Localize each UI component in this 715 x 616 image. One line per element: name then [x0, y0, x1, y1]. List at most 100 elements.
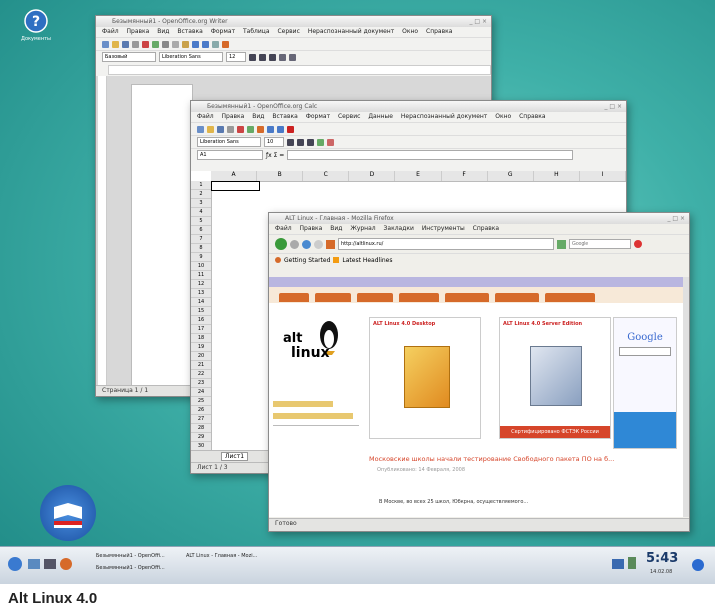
- font-select[interactable]: Liberation Sans: [197, 137, 261, 147]
- bookmark-item[interactable]: Getting Started: [284, 257, 330, 264]
- menu-item[interactable]: Файл: [102, 28, 119, 35]
- column-header[interactable]: F: [442, 171, 488, 181]
- news-headline[interactable]: Московские школы начали тестирование Сво…: [369, 455, 679, 463]
- nav-tab[interactable]: [399, 293, 439, 302]
- menu-item[interactable]: Вставка: [272, 113, 297, 120]
- menu-item[interactable]: Сервис: [338, 113, 360, 120]
- bookmark-item[interactable]: Latest Headlines: [342, 257, 392, 264]
- save-icon[interactable]: [217, 125, 224, 133]
- writer-page[interactable]: [131, 84, 193, 386]
- row-header[interactable]: 2: [191, 190, 211, 199]
- column-header[interactable]: C: [303, 171, 350, 181]
- row-header[interactable]: 3: [191, 199, 211, 208]
- cut-icon[interactable]: [162, 40, 169, 48]
- bold-icon[interactable]: [249, 53, 256, 61]
- sidebar-link[interactable]: [273, 413, 353, 419]
- search-input[interactable]: [569, 239, 631, 249]
- row-header[interactable]: 1: [191, 181, 211, 190]
- url-bar[interactable]: http://altlinux.ru/: [338, 238, 554, 250]
- google-search-field[interactable]: [619, 347, 671, 356]
- google-widget[interactable]: Google: [613, 317, 677, 449]
- copy-icon[interactable]: [172, 40, 179, 48]
- sheet-tab[interactable]: Лист1: [221, 452, 249, 461]
- print-icon[interactable]: [227, 125, 234, 133]
- menu-item[interactable]: Данные: [368, 113, 393, 120]
- calc-titlebar[interactable]: Безымянный1 - OpenOffice.org Calc _ □ ×: [191, 101, 626, 112]
- open-icon[interactable]: [112, 40, 119, 48]
- row-header[interactable]: 28: [191, 424, 211, 433]
- writer-titlebar[interactable]: Безымянный1 - OpenOffice.org Writer _ □ …: [96, 16, 491, 27]
- row-header[interactable]: 8: [191, 244, 211, 253]
- menu-item[interactable]: Формат: [211, 28, 235, 35]
- name-box[interactable]: A1: [197, 150, 263, 160]
- selected-cell[interactable]: [211, 181, 260, 191]
- row-header[interactable]: 7: [191, 235, 211, 244]
- new-icon[interactable]: [102, 40, 109, 48]
- taskbar-item[interactable]: Безымянный1 - OpenOffi...: [86, 563, 165, 573]
- underline-icon[interactable]: [269, 53, 276, 61]
- menu-item[interactable]: Журнал: [350, 225, 375, 232]
- menu-item[interactable]: Вставка: [177, 28, 202, 35]
- desktop-icon[interactable]: [28, 559, 40, 569]
- taskbar-item[interactable]: Безымянный1 - OpenOffi...: [86, 551, 165, 561]
- italic-icon[interactable]: [259, 53, 266, 61]
- percent-icon[interactable]: [327, 138, 334, 146]
- row-header[interactable]: 29: [191, 433, 211, 442]
- menu-item[interactable]: Нераспознанный документ: [308, 28, 394, 35]
- column-header[interactable]: H: [534, 171, 580, 181]
- firefox-titlebar[interactable]: ALT Linux - Главная - Mozilla Firefox _ …: [269, 213, 689, 224]
- menu-item[interactable]: Вид: [330, 225, 342, 232]
- browser-launcher-icon[interactable]: [60, 558, 72, 570]
- row-header[interactable]: 4: [191, 208, 211, 217]
- bold-icon[interactable]: [287, 138, 294, 146]
- desktop-icon-documents[interactable]: ? Документы: [14, 8, 58, 42]
- row-header[interactable]: 14: [191, 298, 211, 307]
- row-header[interactable]: 12: [191, 280, 211, 289]
- row-header[interactable]: 25: [191, 397, 211, 406]
- row-header[interactable]: 16: [191, 316, 211, 325]
- column-header[interactable]: G: [488, 171, 534, 181]
- product-card-desktop[interactable]: ALT Linux 4.0 Desktop: [369, 317, 481, 439]
- menu-item[interactable]: Вид: [252, 113, 264, 120]
- align-center-icon[interactable]: [289, 53, 296, 61]
- navigator-icon[interactable]: [287, 125, 294, 133]
- stop-icon[interactable]: [314, 239, 323, 249]
- nav-tab[interactable]: [445, 293, 489, 302]
- size-select[interactable]: 12: [226, 52, 246, 62]
- kmenu-icon[interactable]: [8, 557, 22, 571]
- menu-item[interactable]: Инструменты: [422, 225, 465, 232]
- web-content[interactable]: alt linux ALT Linux 4.0 Desktop ALT Linu…: [269, 277, 683, 517]
- back-icon[interactable]: [275, 238, 287, 250]
- product-card-server[interactable]: ALT Linux 4.0 Server Edition Сертифициро…: [499, 317, 611, 439]
- menu-item[interactable]: Правка: [127, 28, 150, 35]
- clock[interactable]: 5:43: [646, 551, 678, 566]
- nav-tab[interactable]: [357, 293, 393, 302]
- print-icon[interactable]: [132, 40, 139, 48]
- pdf-icon[interactable]: [142, 40, 149, 48]
- column-header[interactable]: I: [580, 171, 626, 181]
- redo-icon[interactable]: [202, 40, 209, 48]
- hide-panel-icon[interactable]: [692, 559, 704, 571]
- row-header[interactable]: 21: [191, 361, 211, 370]
- search-icon[interactable]: [634, 240, 642, 248]
- redo-icon[interactable]: [277, 125, 284, 133]
- window-controls[interactable]: _ □ ×: [667, 213, 685, 224]
- row-header[interactable]: 24: [191, 388, 211, 397]
- row-header[interactable]: 20: [191, 352, 211, 361]
- window-controls[interactable]: _ □ ×: [469, 16, 487, 27]
- chart-icon[interactable]: [257, 125, 264, 133]
- cert-banner[interactable]: Сертифицировано ФСТЭК России: [500, 426, 610, 438]
- nav-tab[interactable]: [545, 293, 595, 302]
- row-header[interactable]: 26: [191, 406, 211, 415]
- menu-item[interactable]: Файл: [275, 225, 292, 232]
- row-header[interactable]: 27: [191, 415, 211, 424]
- size-select[interactable]: 10: [264, 137, 284, 147]
- nav-tab[interactable]: [315, 293, 351, 302]
- undo-icon[interactable]: [267, 125, 274, 133]
- table-icon[interactable]: [212, 40, 219, 48]
- column-header[interactable]: D: [349, 171, 396, 181]
- function-icon[interactable]: ƒx Σ =: [266, 152, 284, 159]
- menu-item[interactable]: Правка: [222, 113, 245, 120]
- open-icon[interactable]: [207, 125, 214, 133]
- menu-item[interactable]: Нераспознанный документ: [401, 113, 487, 120]
